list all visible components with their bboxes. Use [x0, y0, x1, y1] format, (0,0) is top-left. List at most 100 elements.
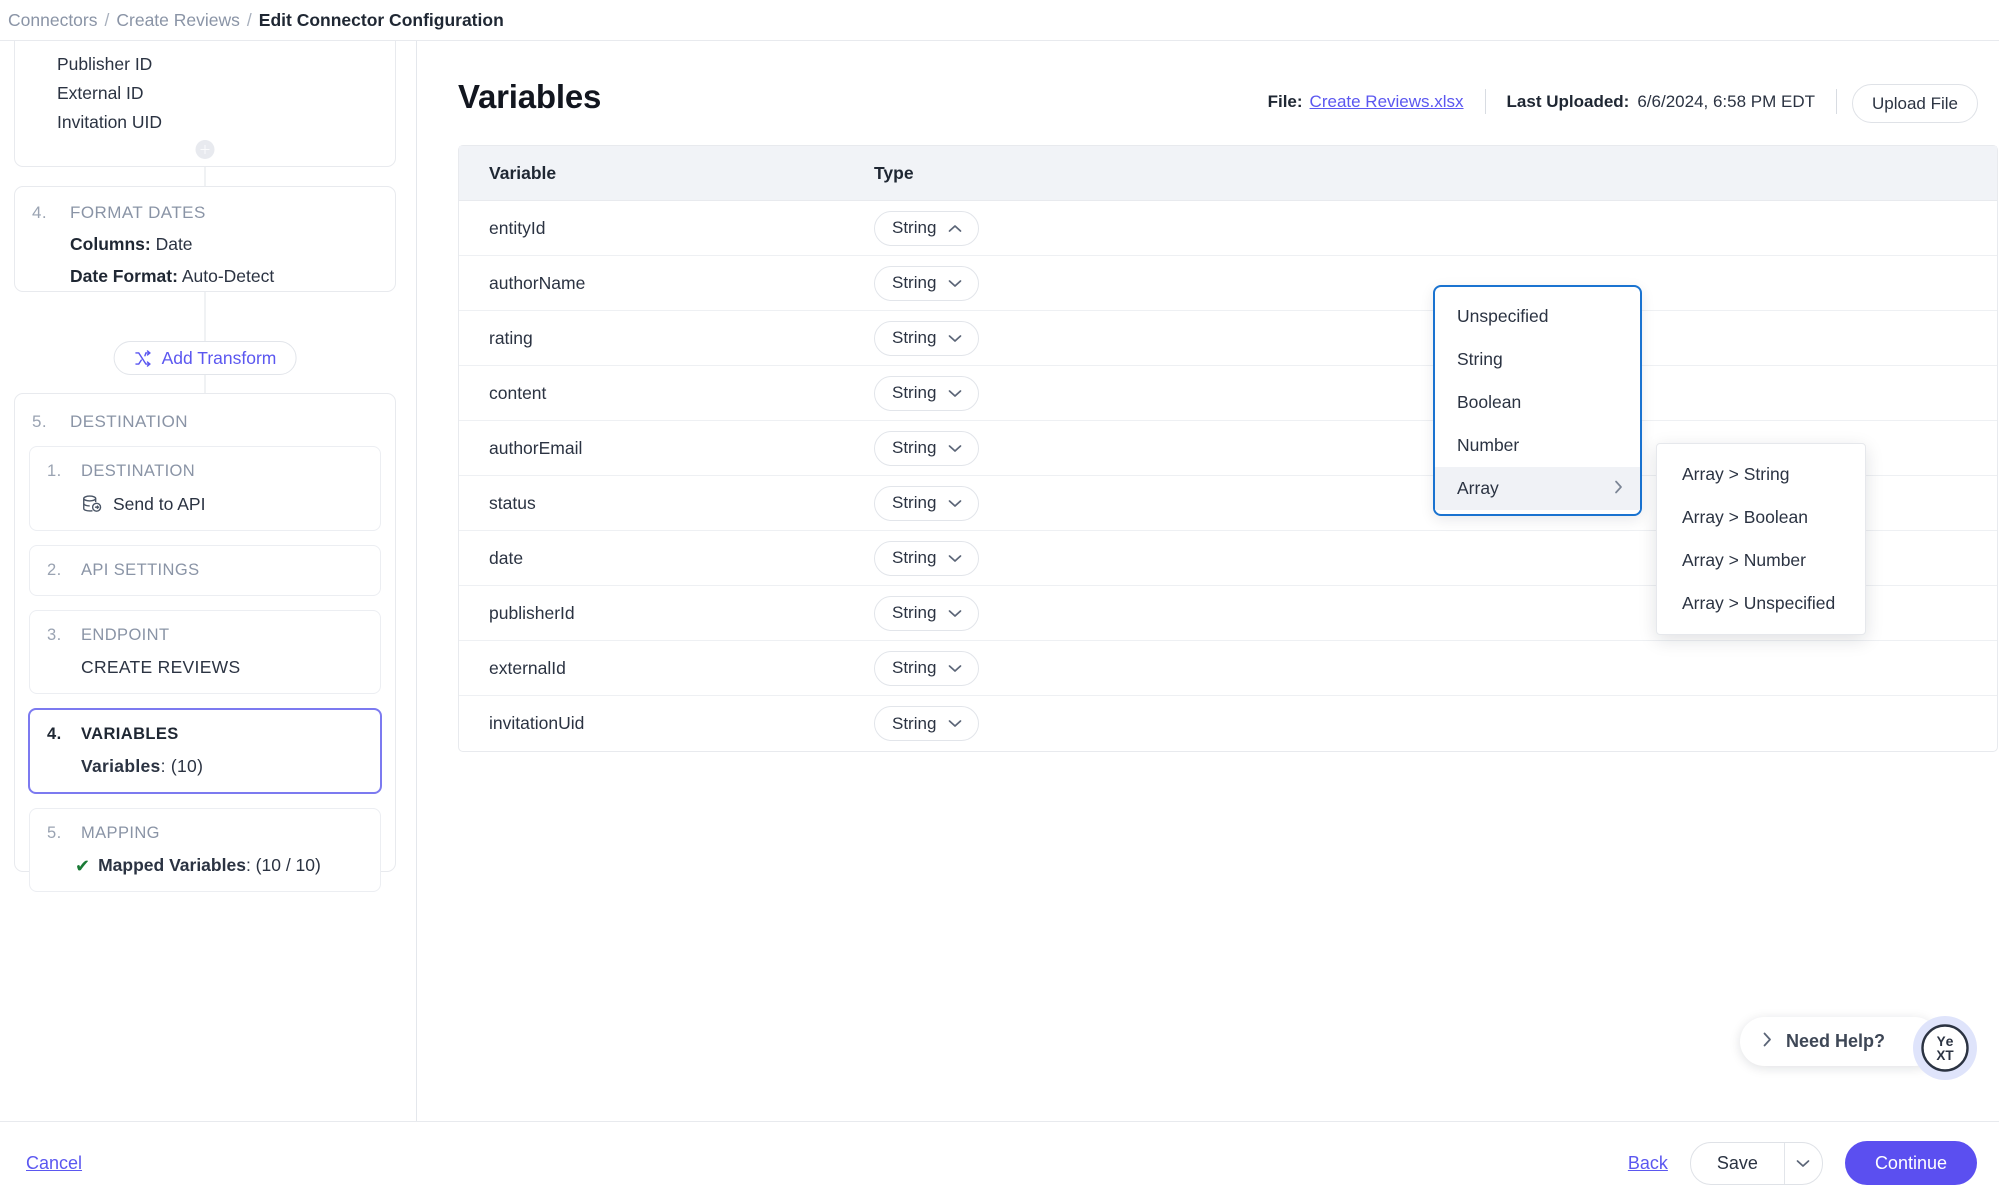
type-dropdown-menu[interactable]: Unspecified String Boolean Number Array — [1433, 285, 1642, 516]
cancel-button[interactable]: Cancel — [26, 1153, 82, 1174]
substep-title: DESTINATION — [81, 462, 196, 480]
type-dropdown-trigger[interactable]: String — [874, 706, 980, 741]
pipeline-step-card-fields[interactable]: Publisher ID External ID Invitation UID — [14, 41, 396, 167]
meta-divider — [1484, 89, 1486, 114]
type-dropdown-trigger[interactable]: String — [874, 540, 980, 576]
sidebar-item-variables[interactable]: 4. VARIABLES Variables: (10) — [28, 708, 382, 794]
type-dropdown-trigger[interactable]: String — [874, 430, 980, 466]
pipeline-step-card-destination[interactable]: 5. DESTINATION 1. DESTINATION Send to AP… — [14, 393, 396, 892]
type-value: String — [892, 493, 937, 512]
add-transform-button[interactable]: Add Transform — [113, 341, 297, 375]
dropdown-option-array[interactable]: Array — [1435, 467, 1640, 510]
submenu-option-array-boolean[interactable]: Array > Boolean — [1657, 496, 1865, 539]
type-dropdown-trigger[interactable]: String — [874, 650, 980, 686]
svg-text:XT: XT — [1936, 1048, 1954, 1063]
substep-title: VARIABLES — [81, 725, 179, 743]
breadcrumb-separator: / — [246, 9, 252, 30]
shuffle-icon — [134, 349, 153, 368]
sidebar-item-api-settings[interactable]: 2. API SETTINGS — [29, 545, 381, 596]
variable-name: externalId — [489, 657, 566, 678]
pipeline-connector-line — [204, 292, 206, 341]
destination-value: Send to API — [30, 493, 380, 515]
type-cell: String — [874, 706, 980, 741]
variable-name: publisherId — [489, 602, 575, 623]
submenu-option-array-number[interactable]: Array > Number — [1657, 539, 1865, 582]
breadcrumb: Connectors / Create Reviews / Edit Conne… — [0, 0, 1999, 41]
step-header: 5. DESTINATION — [15, 412, 395, 432]
variable-name: authorEmail — [489, 437, 583, 458]
dropdown-option-label: Number — [1457, 435, 1520, 455]
save-button[interactable]: Save — [1691, 1143, 1784, 1184]
column-header-variable: Variable — [489, 162, 557, 183]
step-number: 4. — [32, 203, 48, 222]
array-submenu[interactable]: Array > String Array > Boolean Array > N… — [1656, 443, 1866, 635]
dropdown-option-unspecified[interactable]: Unspecified — [1435, 295, 1640, 338]
chevron-down-icon — [948, 662, 962, 675]
sidebar-item-mapping[interactable]: 5. MAPPING ✔ Mapped Variables: (10 / 10) — [29, 808, 381, 892]
main-panel: Variables File: Create Reviews.xlsx Last… — [418, 41, 1999, 1121]
breadcrumb-item-connectors[interactable]: Connectors — [8, 10, 98, 31]
endpoint-value: CREATE REVIEWS — [81, 657, 241, 677]
save-split-button[interactable]: Save — [1689, 1141, 1823, 1185]
file-metadata: File: Create Reviews.xlsx Last Uploaded:… — [1268, 89, 1858, 114]
type-cell: String — [874, 210, 980, 246]
type-dropdown-trigger[interactable]: String — [874, 375, 980, 411]
type-cell: String — [874, 375, 980, 411]
type-value: String — [892, 273, 937, 292]
page-title: Variables — [458, 78, 602, 115]
dropdown-option-label: Boolean — [1457, 392, 1522, 412]
variable-name: invitationUid — [489, 713, 585, 733]
plus-icon[interactable] — [195, 140, 215, 159]
type-dropdown-trigger[interactable]: String — [874, 265, 980, 301]
field-external-id: External ID — [57, 83, 144, 103]
chevron-right-icon — [1614, 480, 1623, 498]
substep-number: 5. — [47, 824, 62, 842]
upload-file-button[interactable]: Upload File — [1852, 84, 1978, 123]
substep-header: 2. API SETTINGS — [30, 561, 380, 580]
yext-logo-icon[interactable]: Ye XT — [1913, 1016, 1977, 1080]
table-row: externalId String — [459, 641, 1997, 696]
pipeline-sidebar[interactable]: Publisher ID External ID Invitation UID … — [0, 41, 417, 1121]
substep-header: 3. ENDPOINT — [30, 626, 380, 645]
dropdown-option-label: Unspecified — [1457, 306, 1549, 326]
column-header-type: Type — [874, 162, 914, 183]
pipeline-step-card-format-dates[interactable]: 4. FORMAT DATES Columns: Date Date Forma… — [14, 186, 396, 292]
breadcrumb-item-current: Edit Connector Configuration — [258, 9, 504, 30]
submenu-option-array-unspecified[interactable]: Array > Unspecified — [1657, 582, 1865, 625]
type-dropdown-trigger[interactable]: String — [874, 320, 980, 356]
step-number: 5. — [32, 412, 48, 431]
database-arrow-icon — [81, 493, 103, 515]
substep-header: 4. VARIABLES — [30, 725, 380, 744]
check-icon: ✔ — [75, 855, 91, 876]
type-value: String — [892, 658, 937, 677]
dropdown-option-boolean[interactable]: Boolean — [1435, 381, 1640, 424]
sidebar-item-endpoint[interactable]: 3. ENDPOINT CREATE REVIEWS — [29, 610, 381, 694]
type-dropdown-trigger[interactable]: String — [874, 210, 980, 246]
back-button[interactable]: Back — [1628, 1153, 1668, 1174]
file-link[interactable]: Create Reviews.xlsx — [1310, 92, 1464, 112]
type-cell: String — [874, 650, 980, 686]
substep-number: 1. — [47, 462, 62, 480]
type-cell: String — [874, 595, 980, 631]
type-cell: String — [874, 430, 980, 466]
need-help-label: Need Help? — [1785, 1031, 1885, 1051]
sidebar-item-destination[interactable]: 1. DESTINATION Send to API — [29, 446, 381, 531]
type-dropdown-trigger[interactable]: String — [874, 595, 980, 631]
type-value: String — [892, 218, 937, 237]
type-dropdown-trigger[interactable]: String — [874, 485, 980, 521]
step-title: FORMAT DATES — [70, 203, 206, 222]
dropdown-option-string[interactable]: String — [1435, 338, 1640, 381]
substep-number: 2. — [47, 561, 62, 579]
breadcrumb-item-create-reviews[interactable]: Create Reviews — [116, 10, 240, 31]
dropdown-option-number[interactable]: Number — [1435, 424, 1640, 467]
table-row: authorName String — [459, 256, 1997, 311]
continue-button[interactable]: Continue — [1844, 1141, 1977, 1185]
table-row: content String — [459, 366, 1997, 421]
pipeline-connector-line — [204, 375, 206, 393]
chevron-down-icon[interactable] — [1783, 1142, 1822, 1184]
submenu-option-array-string[interactable]: Array > String — [1657, 453, 1865, 496]
step-title: DESTINATION — [70, 412, 188, 431]
type-cell: String — [874, 265, 980, 301]
table-row: entityId String — [459, 201, 1997, 256]
need-help-button[interactable]: Need Help? — [1739, 1017, 1939, 1066]
